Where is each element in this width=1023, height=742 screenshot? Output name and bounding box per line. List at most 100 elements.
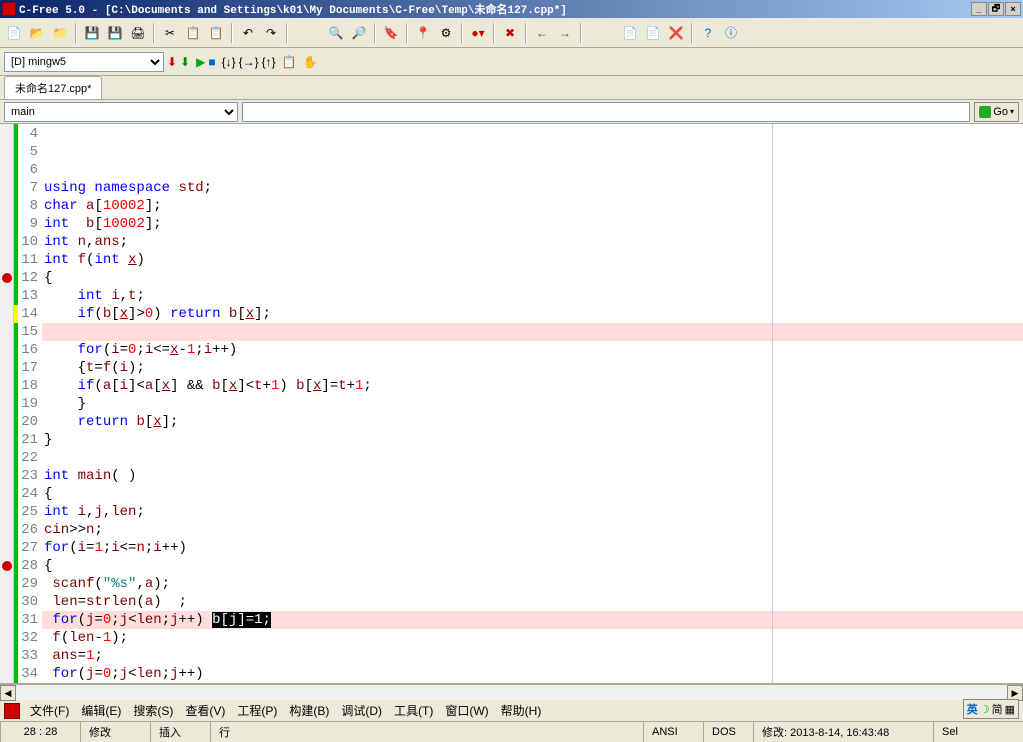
go-button[interactable]: Go ▾ bbox=[974, 102, 1019, 122]
step-out-icon[interactable]: {↑} bbox=[262, 55, 276, 69]
clear-bp-icon[interactable]: ✖ bbox=[500, 23, 520, 43]
goto-icon[interactable]: 📍 bbox=[413, 23, 433, 43]
change-marker bbox=[14, 305, 18, 323]
code-line[interactable]: for(i=0;i<=x-1;i++) bbox=[42, 341, 1023, 359]
code-line[interactable]: cin>>n; bbox=[42, 521, 1023, 539]
breakpoint-gutter[interactable] bbox=[0, 124, 14, 683]
code-line[interactable]: ans=1; bbox=[42, 647, 1023, 665]
breakpoint-icon[interactable]: ●▾ bbox=[468, 23, 488, 43]
goto-def-icon[interactable]: ⚙ bbox=[436, 23, 456, 43]
run-icon[interactable]: ▶ bbox=[196, 55, 205, 69]
watch-icon[interactable]: 📋 bbox=[282, 55, 297, 69]
menu-build[interactable]: 构建(B) bbox=[283, 700, 335, 721]
symbol-input[interactable] bbox=[242, 102, 970, 122]
menu-tools[interactable]: 工具(T) bbox=[388, 700, 439, 721]
nav-back-icon[interactable]: ← bbox=[532, 23, 552, 43]
find-next-icon[interactable]: 🔎 bbox=[349, 23, 369, 43]
stop-debug-icon[interactable]: ✋ bbox=[303, 55, 318, 69]
code-line[interactable]: int i,t; bbox=[42, 287, 1023, 305]
code-line[interactable]: {t=f(i); bbox=[42, 359, 1023, 377]
code-line[interactable]: int main( ) bbox=[42, 467, 1023, 485]
code-line[interactable]: int i,j,len; bbox=[42, 503, 1023, 521]
main-toolbar: 📄 📂 📁 💾 💾 🖨 ✂ 📋 📋 ↶ ↷ 🔍 🔎 🔖 📍 ⚙ ●▾ ✖ ← →… bbox=[0, 18, 1023, 48]
code-line[interactable]: for(j=0;j<len;j++) b[j]=1; bbox=[42, 611, 1023, 629]
info-icon[interactable]: ⓘ bbox=[721, 23, 741, 43]
doc-close-icon[interactable]: ❌ bbox=[666, 23, 686, 43]
menu-file[interactable]: 文件(F) bbox=[24, 700, 75, 721]
insert-mode: 插入 bbox=[150, 722, 210, 742]
step-into-icon[interactable]: {↓} bbox=[222, 55, 236, 69]
line-number-gutter: 4567891011121314151617181920212223242526… bbox=[14, 124, 42, 683]
print-icon[interactable]: 🖨 bbox=[128, 23, 148, 43]
code-line[interactable]: } bbox=[42, 431, 1023, 449]
code-line[interactable]: using namespace std; bbox=[42, 179, 1023, 197]
cut-icon[interactable]: ✂ bbox=[160, 23, 180, 43]
stop-icon[interactable]: ■ bbox=[208, 55, 215, 69]
code-line[interactable]: } bbox=[42, 395, 1023, 413]
file-tab[interactable]: 未命名127.cpp* bbox=[4, 76, 102, 99]
file-tab-bar: 未命名127.cpp* bbox=[0, 76, 1023, 100]
breakpoint-marker[interactable] bbox=[2, 561, 12, 571]
code-line[interactable]: int f(int x) bbox=[42, 251, 1023, 269]
open-file-icon[interactable]: 📂 bbox=[27, 23, 47, 43]
code-line[interactable]: { bbox=[42, 485, 1023, 503]
menu-window[interactable]: 窗口(W) bbox=[439, 700, 494, 721]
code-line[interactable]: scanf("%s",a); bbox=[42, 575, 1023, 593]
nav-forward-icon[interactable]: → bbox=[555, 23, 575, 43]
code-line[interactable] bbox=[42, 323, 1023, 341]
undo-icon[interactable]: ↶ bbox=[238, 23, 258, 43]
build-icon[interactable]: ⬇ bbox=[180, 55, 190, 69]
save-all-icon[interactable]: 💾 bbox=[105, 23, 125, 43]
save-icon[interactable]: 💾 bbox=[82, 23, 102, 43]
code-line[interactable]: char a[10002]; bbox=[42, 197, 1023, 215]
menu-project[interactable]: 工程(P) bbox=[231, 700, 283, 721]
menu-search[interactable]: 搜索(S) bbox=[127, 700, 179, 721]
code-area[interactable]: using namespace std;char a[10002];int b[… bbox=[42, 124, 1023, 683]
doc1-icon[interactable]: 📄 bbox=[620, 23, 640, 43]
ime-lang: 英 bbox=[967, 701, 978, 717]
function-combo[interactable]: main bbox=[4, 102, 238, 122]
code-line[interactable]: if(b[x]>0) return b[x]; bbox=[42, 305, 1023, 323]
code-line[interactable] bbox=[42, 449, 1023, 467]
app-menu-icon[interactable] bbox=[4, 703, 20, 719]
code-line[interactable]: int n,ans; bbox=[42, 233, 1023, 251]
title-bar: C-Free 5.0 - [C:\Documents and Settings\… bbox=[0, 0, 1023, 18]
scroll-left-icon[interactable]: ◀ bbox=[0, 685, 16, 701]
ime-grid-icon: ▦ bbox=[1005, 703, 1015, 716]
code-line[interactable]: if(a[i]<a[x] && b[x]<t+1) b[x]=t+1; bbox=[42, 377, 1023, 395]
menu-help[interactable]: 帮助(H) bbox=[495, 700, 548, 721]
help-icon[interactable]: ? bbox=[698, 23, 718, 43]
code-line[interactable]: for(i=1;i<=n;i++) bbox=[42, 539, 1023, 557]
line-status: 行 bbox=[210, 722, 643, 742]
menu-view[interactable]: 查看(V) bbox=[179, 700, 231, 721]
code-line[interactable]: int b[10002]; bbox=[42, 215, 1023, 233]
menu-debug[interactable]: 调试(D) bbox=[335, 700, 388, 721]
code-line[interactable]: for(j=0;j<len;j++) bbox=[42, 665, 1023, 683]
code-line[interactable]: { bbox=[42, 269, 1023, 287]
doc2-icon[interactable]: 📄 bbox=[643, 23, 663, 43]
code-line[interactable]: len=strlen(a) ; bbox=[42, 593, 1023, 611]
compile-icon[interactable]: ⬇ bbox=[167, 55, 177, 69]
open-project-icon[interactable]: 📁 bbox=[50, 23, 70, 43]
ime-indicator[interactable]: 英 ☽ 简 ▦ bbox=[963, 699, 1019, 719]
restore-button[interactable]: 🗗 bbox=[988, 2, 1004, 16]
compiler-combo[interactable]: [D] mingw5 bbox=[4, 52, 164, 72]
print-margin bbox=[772, 124, 773, 683]
breakpoint-marker[interactable] bbox=[2, 273, 12, 283]
code-line[interactable]: f(len-1); bbox=[42, 629, 1023, 647]
horizontal-scrollbar[interactable]: ◀ ▶ bbox=[0, 684, 1023, 700]
redo-icon[interactable]: ↷ bbox=[261, 23, 281, 43]
step-over-icon[interactable]: {→} bbox=[239, 55, 259, 69]
new-file-icon[interactable]: 📄 bbox=[4, 23, 24, 43]
menu-edit[interactable]: 编辑(E) bbox=[75, 700, 127, 721]
eol-status: DOS bbox=[703, 722, 753, 742]
code-line[interactable]: { bbox=[42, 557, 1023, 575]
copy-icon[interactable]: 📋 bbox=[183, 23, 203, 43]
code-editor[interactable]: 4567891011121314151617181920212223242526… bbox=[0, 124, 1023, 684]
paste-icon[interactable]: 📋 bbox=[206, 23, 226, 43]
close-button[interactable]: × bbox=[1005, 2, 1021, 16]
code-line[interactable]: return b[x]; bbox=[42, 413, 1023, 431]
find-icon[interactable]: 🔍 bbox=[326, 23, 346, 43]
minimize-button[interactable]: _ bbox=[971, 2, 987, 16]
bookmark-icon[interactable]: 🔖 bbox=[381, 23, 401, 43]
